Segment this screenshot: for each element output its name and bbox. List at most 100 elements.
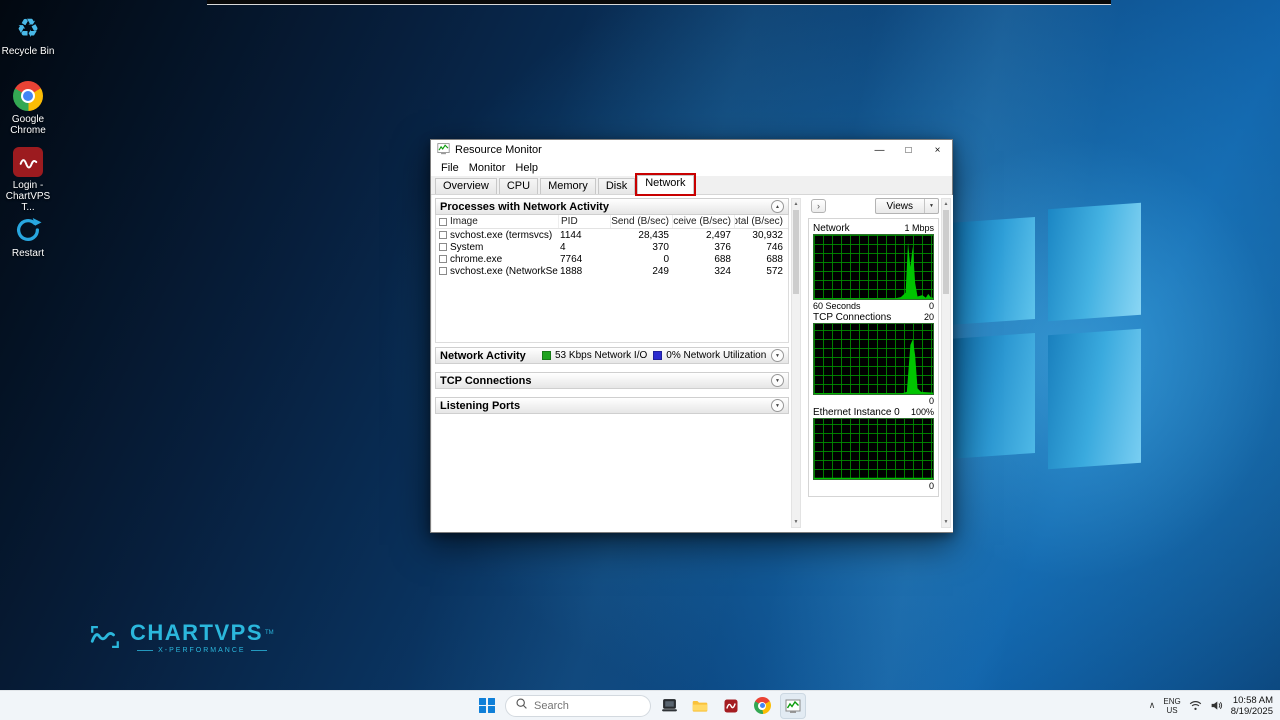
process-row[interactable]: svchost.exe (NetworkService... 1888 249 … [436, 265, 788, 277]
header-pid[interactable]: PID [558, 215, 610, 228]
network-icon[interactable] [1189, 699, 1202, 712]
menu-monitor[interactable]: Monitor [464, 162, 511, 174]
network-graph [813, 234, 934, 300]
menu-bar: File Monitor Help [431, 160, 952, 176]
taskbar-app-chartvps[interactable] [718, 693, 744, 719]
graph-label-row: Ethernet Instance 0 100% [813, 406, 934, 418]
title-bar[interactable]: Resource Monitor — □ × [431, 140, 952, 160]
tab-disk[interactable]: Disk [598, 178, 635, 194]
process-pid: 1144 [558, 230, 610, 241]
sections-scrollbar[interactable]: ▲ ▼ [791, 198, 801, 528]
system-tray: ∧ ENG US 10:58 AM 8/19/2025 [1149, 691, 1276, 720]
process-send: 0 [610, 254, 672, 265]
desktop-icon-label: Google Chrome [0, 114, 58, 136]
connection-bar-collapsed[interactable] [207, 0, 1111, 5]
views-button[interactable]: Views ▼ [875, 198, 940, 214]
process-receive: 324 [672, 266, 734, 277]
desktop-icon-login-chartvps[interactable]: Login - ChartVPS T... [0, 146, 58, 213]
header-image: Image [436, 215, 558, 228]
row-checkbox[interactable] [439, 267, 447, 275]
expand-chevron-icon[interactable]: ▼ [771, 374, 784, 387]
taskbar-app-remote-desktop[interactable] [656, 693, 682, 719]
header-send[interactable]: Send (B/sec) [610, 215, 672, 228]
process-row[interactable]: chrome.exe 7764 0 688 688 [436, 253, 788, 265]
scroll-down-icon[interactable]: ▼ [792, 517, 800, 527]
scrollbar-thumb[interactable] [943, 210, 949, 294]
taskbar-app-chrome[interactable] [749, 693, 775, 719]
network-activity-section-header[interactable]: Network Activity 53 Kbps Network I/O 0% … [435, 347, 789, 364]
clock[interactable]: 10:58 AM 8/19/2025 [1231, 695, 1273, 717]
search-input[interactable] [534, 700, 634, 712]
processes-section-header[interactable]: Processes with Network Activity ▲ [435, 198, 789, 215]
scroll-down-icon[interactable]: ▼ [942, 517, 950, 527]
brand-name: CHARTVPS [130, 620, 263, 645]
window-client-area: Processes with Network Activity ▲ Image … [432, 195, 953, 532]
volume-icon[interactable] [1210, 699, 1223, 712]
graph-footer-row: 60 Seconds 0 [813, 300, 934, 311]
header-receive[interactable]: Receive (B/sec) [672, 215, 734, 228]
language-line1: ENG [1163, 697, 1180, 706]
scroll-up-icon[interactable]: ▲ [942, 199, 950, 209]
windows-logo-pane [948, 217, 1035, 325]
taskbar-app-file-explorer[interactable] [687, 693, 713, 719]
chartvps-app-icon [12, 146, 44, 178]
tcp-connections-section-header[interactable]: TCP Connections ▼ [435, 372, 789, 389]
listening-ports-section-header[interactable]: Listening Ports ▼ [435, 397, 789, 414]
process-name: svchost.exe (termsvcs) [450, 230, 552, 241]
section-title: TCP Connections [440, 375, 531, 387]
menu-help[interactable]: Help [510, 162, 543, 174]
row-checkbox[interactable] [439, 243, 447, 251]
menu-file[interactable]: File [436, 162, 464, 174]
tab-memory[interactable]: Memory [540, 178, 596, 194]
graph-label-row: Network 1 Mbps [813, 222, 934, 234]
column-label: Image [450, 216, 478, 227]
windows-logo-pane [1048, 329, 1141, 470]
start-button[interactable] [474, 693, 500, 719]
chrome-icon [12, 80, 44, 112]
windows-logo-pane [948, 333, 1035, 459]
desktop-icon-label: Login - ChartVPS T... [0, 180, 58, 213]
taskbar-center-group [474, 691, 806, 720]
close-button[interactable]: × [923, 140, 952, 160]
desktop-icon-google-chrome[interactable]: Google Chrome [0, 80, 58, 136]
desktop-icon-restart[interactable]: Restart [0, 214, 58, 259]
row-checkbox[interactable] [439, 255, 447, 263]
taskbar-app-resource-monitor[interactable] [780, 693, 806, 719]
tray-overflow-chevron-icon[interactable]: ∧ [1149, 700, 1156, 711]
graphs-scrollbar[interactable]: ▲ ▼ [941, 198, 951, 528]
process-row[interactable]: svchost.exe (termsvcs) 1144 28,435 2,497… [436, 229, 788, 241]
expand-chevron-icon[interactable]: ▼ [771, 349, 784, 362]
language-indicator[interactable]: ENG US [1163, 697, 1180, 715]
scrollbar-thumb[interactable] [793, 210, 799, 294]
minimize-button[interactable]: — [865, 140, 894, 160]
row-checkbox[interactable] [439, 231, 447, 239]
process-receive: 376 [672, 242, 734, 253]
graph-scale-max: 20 [924, 312, 934, 322]
taskbar-search[interactable] [505, 695, 651, 717]
process-total: 30,932 [734, 230, 788, 241]
resource-monitor-window: Resource Monitor — □ × File Monitor Help… [430, 139, 953, 533]
collapse-graphs-button[interactable]: › [811, 199, 826, 213]
tab-cpu[interactable]: CPU [499, 178, 538, 194]
process-row[interactable]: System 4 370 376 746 [436, 241, 788, 253]
process-send: 370 [610, 242, 672, 253]
header-total[interactable]: Total (B/sec) [734, 215, 788, 228]
scroll-up-icon[interactable]: ▲ [792, 199, 800, 209]
select-all-checkbox[interactable] [439, 218, 447, 226]
section-title: Processes with Network Activity [440, 201, 609, 213]
process-total: 688 [734, 254, 788, 265]
dropdown-arrow-icon[interactable]: ▼ [924, 199, 938, 213]
section-title: Listening Ports [440, 400, 520, 412]
process-image-cell: svchost.exe (termsvcs) [436, 230, 558, 241]
desktop-icon-recycle-bin[interactable]: ♻ Recycle Bin [0, 12, 58, 57]
tab-strip: Overview CPU Memory Disk Network [431, 176, 952, 195]
restart-icon [12, 214, 44, 246]
collapse-chevron-icon[interactable]: ▲ [771, 200, 784, 213]
graph-scale-min: 0 [929, 481, 934, 491]
tab-overview[interactable]: Overview [435, 178, 497, 194]
maximize-button[interactable]: □ [894, 140, 923, 160]
expand-chevron-icon[interactable]: ▼ [771, 399, 784, 412]
brand-tagline: X-PERFORMANCE [130, 647, 274, 654]
tab-network[interactable]: Network [637, 175, 693, 194]
graph-footer-row: 0 [813, 480, 934, 491]
